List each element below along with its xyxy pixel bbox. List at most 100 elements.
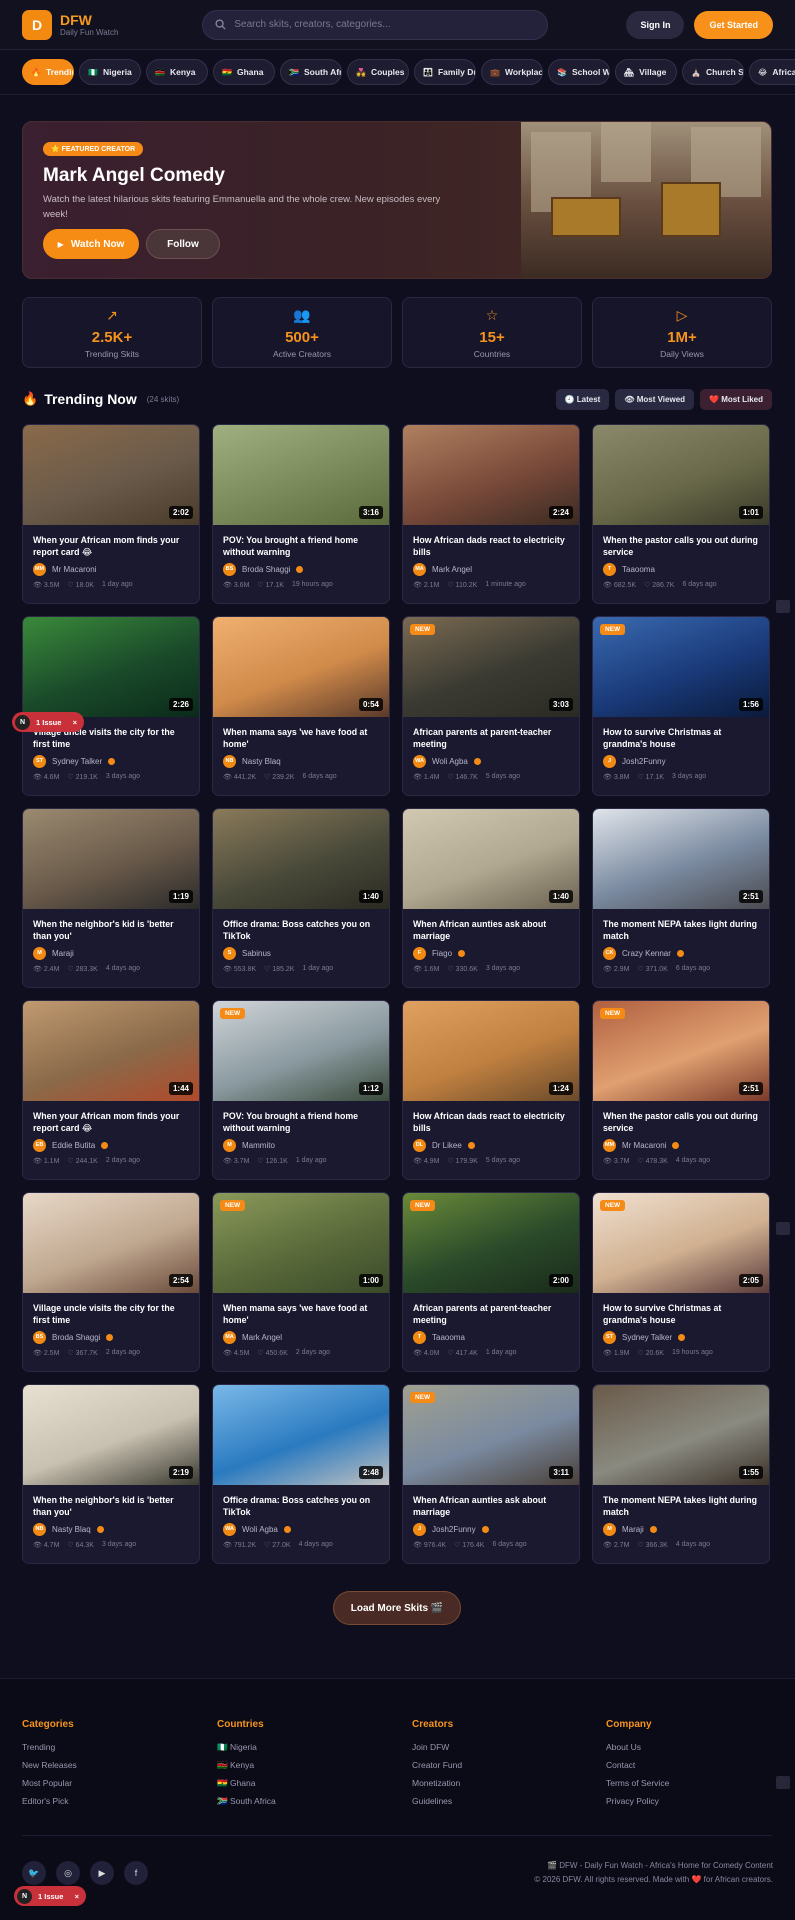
- creator-name[interactable]: Nasty Blaq: [52, 1525, 91, 1534]
- creator-name[interactable]: Maraji: [52, 949, 74, 958]
- category-chip[interactable]: 👨‍👩‍👧 Family Drama: [414, 59, 476, 85]
- creator-row[interactable]: NB Nasty Blaq: [23, 1522, 199, 1536]
- skit-card[interactable]: 2:54 Village uncle visits the city for th…: [22, 1192, 200, 1372]
- skit-title[interactable]: When the pastor calls you out during ser…: [593, 525, 769, 559]
- skit-title[interactable]: When mama says 'we have food at home': [213, 1293, 389, 1327]
- side-handle[interactable]: [776, 1222, 790, 1235]
- skit-card[interactable]: 2:26 Village uncle visits the city for th…: [22, 616, 200, 796]
- creator-row[interactable]: J Josh2Funny: [403, 1522, 579, 1536]
- category-chip[interactable]: 🇿🇦 South Africa: [280, 59, 342, 85]
- skit-card[interactable]: 1:40 Office drama: Boss catches you on Ti…: [212, 808, 390, 988]
- skit-title[interactable]: African parents at parent-teacher meetin…: [403, 1293, 579, 1327]
- instagram-icon[interactable]: ◎: [56, 1861, 80, 1885]
- skit-card[interactable]: 2:02 When your African mom finds your rep…: [22, 424, 200, 604]
- footer-link[interactable]: 🇳🇬 Nigeria: [217, 1742, 276, 1760]
- footer-link[interactable]: 🇰🇪 Kenya: [217, 1760, 276, 1778]
- creator-row[interactable]: M Maraji: [593, 1522, 769, 1536]
- creator-name[interactable]: Sydney Talker: [622, 1333, 672, 1342]
- skit-title[interactable]: When your African mom finds your report …: [23, 1101, 199, 1135]
- category-chip[interactable]: 🇳🇬 Nigeria: [79, 59, 141, 85]
- category-chip[interactable]: 📚 School Wahala: [548, 59, 610, 85]
- skit-thumbnail[interactable]: 0:54: [213, 617, 389, 717]
- creator-row[interactable]: T Taaooma: [403, 1330, 579, 1344]
- footer-link[interactable]: Join DFW: [412, 1742, 462, 1760]
- skit-card[interactable]: 0:54 When mama says 'we have food at home…: [212, 616, 390, 796]
- skit-title[interactable]: Office drama: Boss catches you on TikTok: [213, 1485, 389, 1519]
- load-more-button[interactable]: Load More Skits 🎬: [333, 1591, 461, 1625]
- footer-link[interactable]: 🇿🇦 South Africa: [217, 1796, 276, 1814]
- skit-card[interactable]: 1:56 NEW How to survive Christmas at grand…: [592, 616, 770, 796]
- skit-thumbnail[interactable]: 1:40: [213, 809, 389, 909]
- sign-in-button[interactable]: Sign In: [626, 10, 685, 39]
- close-icon[interactable]: ×: [73, 718, 77, 727]
- skit-thumbnail[interactable]: 1:55: [593, 1385, 769, 1485]
- skit-card[interactable]: 1:19 When the neighbor's kid is 'better t…: [22, 808, 200, 988]
- skit-card[interactable]: 1:55 The moment NEPA takes light during m…: [592, 1384, 770, 1564]
- get-started-button[interactable]: Get Started: [694, 10, 773, 39]
- creator-row[interactable]: S Sabinus: [213, 946, 389, 960]
- facebook-icon[interactable]: f: [124, 1861, 148, 1885]
- creator-row[interactable]: BS Broda Shaggi: [23, 1330, 199, 1344]
- creator-name[interactable]: Sabinus: [242, 949, 271, 958]
- skit-thumbnail[interactable]: 1:12 NEW: [213, 1001, 389, 1101]
- side-handle[interactable]: [776, 1776, 790, 1789]
- skit-title[interactable]: The moment NEPA takes light during match: [593, 909, 769, 943]
- footer-link[interactable]: Guidelines: [412, 1796, 462, 1814]
- sort-button[interactable]: ❤️ Most Liked: [700, 388, 772, 410]
- creator-row[interactable]: T Taaooma: [593, 562, 769, 576]
- skit-card[interactable]: 1:44 When your African mom finds your rep…: [22, 1000, 200, 1180]
- skit-card[interactable]: 2:48 Office drama: Boss catches you on Ti…: [212, 1384, 390, 1564]
- close-icon[interactable]: ×: [75, 1892, 79, 1901]
- skit-title[interactable]: When mama says 'we have food at home': [213, 717, 389, 751]
- skit-thumbnail[interactable]: 2:02: [23, 425, 199, 525]
- skit-thumbnail[interactable]: 1:44: [23, 1001, 199, 1101]
- creator-row[interactable]: MM Mr Macaroni: [593, 1138, 769, 1152]
- creator-name[interactable]: Broda Shaggi: [242, 565, 290, 574]
- skit-card[interactable]: 3:03 NEW African parents at parent-teacher…: [402, 616, 580, 796]
- creator-name[interactable]: Maraji: [622, 1525, 644, 1534]
- creator-name[interactable]: Mr Macaroni: [622, 1141, 666, 1150]
- skit-thumbnail[interactable]: 2:26: [23, 617, 199, 717]
- skit-card[interactable]: 2:51 The moment NEPA takes light during m…: [592, 808, 770, 988]
- skit-thumbnail[interactable]: 1:24: [403, 1001, 579, 1101]
- issue-badge[interactable]: N 1 Issue ×: [12, 712, 84, 732]
- footer-link[interactable]: Editor's Pick: [22, 1796, 77, 1814]
- creator-name[interactable]: Josh2Funny: [622, 757, 666, 766]
- skit-card[interactable]: 2:24 How African dads react to electricit…: [402, 424, 580, 604]
- category-chip[interactable]: 💼 Workplace: [481, 59, 543, 85]
- skit-card[interactable]: 2:00 NEW African parents at parent-teacher…: [402, 1192, 580, 1372]
- category-chip[interactable]: 🇰🇪 Kenya: [146, 59, 208, 85]
- footer-link[interactable]: Trending: [22, 1742, 77, 1760]
- skit-thumbnail[interactable]: 1:19: [23, 809, 199, 909]
- category-chip[interactable]: 💑 Couples: [347, 59, 409, 85]
- skit-title[interactable]: Office drama: Boss catches you on TikTok: [213, 909, 389, 943]
- creator-row[interactable]: M Mammito: [213, 1138, 389, 1152]
- creator-row[interactable]: M Maraji: [23, 946, 199, 960]
- creator-name[interactable]: Eddie Butita: [52, 1141, 95, 1150]
- skit-title[interactable]: African parents at parent-teacher meetin…: [403, 717, 579, 751]
- logo-badge[interactable]: D: [22, 9, 52, 40]
- creator-row[interactable]: J Josh2Funny: [593, 754, 769, 768]
- skit-title[interactable]: When the neighbor's kid is 'better than …: [23, 1485, 199, 1519]
- creator-name[interactable]: Sydney Talker: [52, 757, 102, 766]
- sort-button[interactable]: 👁 Most Viewed: [615, 388, 695, 410]
- creator-name[interactable]: Crazy Kennar: [622, 949, 671, 958]
- category-chip[interactable]: 😂 African Parents: [749, 59, 795, 85]
- category-chip[interactable]: 🔥 Trending: [22, 59, 74, 85]
- creator-row[interactable]: MA Mark Angel: [213, 1330, 389, 1344]
- creator-row[interactable]: CK Crazy Kennar: [593, 946, 769, 960]
- skit-thumbnail[interactable]: 1:00 NEW: [213, 1193, 389, 1293]
- skit-card[interactable]: 1:24 How African dads react to electricit…: [402, 1000, 580, 1180]
- skit-card[interactable]: 2:05 NEW How to survive Christmas at grand…: [592, 1192, 770, 1372]
- skit-title[interactable]: Village uncle visits the city for the fi…: [23, 1293, 199, 1327]
- footer-link[interactable]: 🇬🇭 Ghana: [217, 1778, 276, 1796]
- skit-thumbnail[interactable]: 2:51: [593, 809, 769, 909]
- skit-thumbnail[interactable]: 2:05 NEW: [593, 1193, 769, 1293]
- creator-name[interactable]: Taaooma: [432, 1333, 465, 1342]
- skit-title[interactable]: The moment NEPA takes light during match: [593, 1485, 769, 1519]
- skit-card[interactable]: 3:16 POV: You brought a friend home witho…: [212, 424, 390, 604]
- creator-row[interactable]: WA Woli Agba: [403, 754, 579, 768]
- creator-row[interactable]: DL Dr Likee: [403, 1138, 579, 1152]
- skit-thumbnail[interactable]: 2:48: [213, 1385, 389, 1485]
- category-chip[interactable]: ⛪ Church Skits: [682, 59, 744, 85]
